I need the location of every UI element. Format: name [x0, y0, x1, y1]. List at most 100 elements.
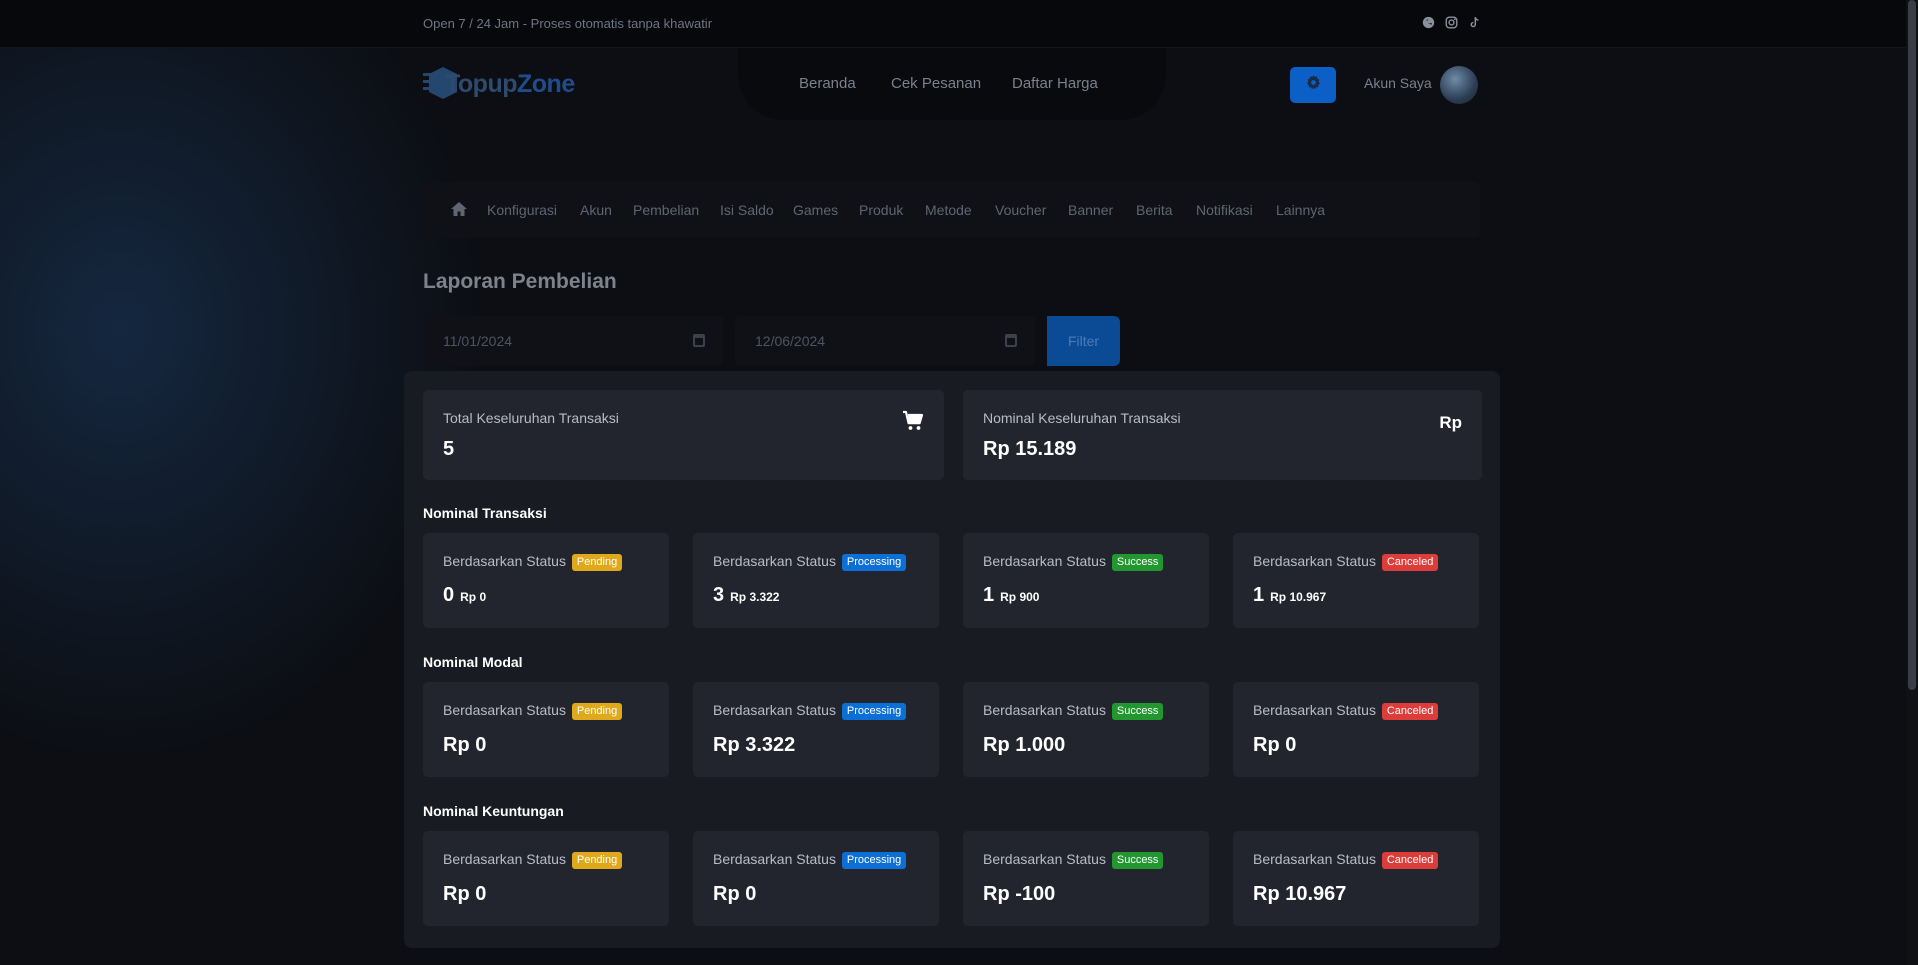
date-from-value: 11/01/2024: [443, 333, 513, 349]
menu-akun[interactable]: Akun: [580, 202, 612, 218]
menu-isi-saldo[interactable]: Isi Saldo: [720, 202, 774, 218]
transaction-count: 1: [1253, 584, 1265, 606]
count-value: 1 Rp 10.967: [1253, 584, 1326, 607]
status-label: Berdasarkan Status Processing: [713, 851, 907, 869]
status-label: Berdasarkan Status Canceled: [1253, 702, 1439, 720]
modal-pending-card: Berdasarkan Status Pending Rp 0: [423, 682, 669, 777]
calendar-icon[interactable]: [1005, 334, 1017, 347]
status-label: Berdasarkan Status Success: [983, 553, 1164, 571]
page-title: Laporan Pembelian: [423, 270, 617, 293]
transaksi-pending-card: Berdasarkan Status Pending 0 Rp 0: [423, 533, 669, 628]
menu-produk[interactable]: Produk: [859, 202, 903, 218]
total-transactions-card: Total Keseluruhan Transaksi 5: [423, 390, 944, 480]
status-badge: Canceled: [1381, 703, 1439, 720]
status-label: Berdasarkan Status Processing: [713, 553, 907, 571]
count-value: 3 Rp 3.322: [713, 584, 779, 607]
nav-beranda[interactable]: Beranda: [799, 75, 856, 92]
amount-value: Rp 0: [713, 883, 757, 905]
status-label: Berdasarkan Status Success: [983, 851, 1164, 869]
whatsapp-icon[interactable]: [1421, 16, 1435, 30]
modal-canceled-card: Berdasarkan Status Canceled Rp 0: [1233, 682, 1479, 777]
tiktok-icon[interactable]: [1467, 16, 1481, 30]
total-nominal-label: Nominal Keseluruhan Transaksi: [983, 410, 1181, 426]
logo-text-topup: Topup: [445, 70, 518, 98]
menu-banner[interactable]: Banner: [1068, 202, 1113, 218]
amount-value: Rp 0: [443, 734, 487, 756]
filter-button[interactable]: Filter: [1047, 316, 1120, 366]
status-prefix: Berdasarkan Status: [443, 702, 566, 718]
transaction-amount: Rp 3.322: [730, 590, 780, 604]
date-to-input[interactable]: 12/06/2024: [735, 316, 1035, 366]
admin-menu-bar: Konfigurasi Akun Pembelian Isi Saldo Gam…: [423, 182, 1480, 238]
status-label: Berdasarkan Status Processing: [713, 702, 907, 720]
calendar-icon[interactable]: [693, 334, 705, 347]
home-icon[interactable]: [450, 201, 468, 217]
status-label: Berdasarkan Status Success: [983, 702, 1164, 720]
status-prefix: Berdasarkan Status: [443, 851, 566, 867]
date-from-input[interactable]: 11/01/2024: [423, 316, 723, 366]
status-label: Berdasarkan Status Pending: [443, 851, 623, 869]
transaksi-success-card: Berdasarkan Status Success 1 Rp 900: [963, 533, 1209, 628]
keuntungan-success-card: Berdasarkan Status Success Rp -100: [963, 831, 1209, 926]
status-badge: Processing: [841, 703, 907, 720]
account-label[interactable]: Akun Saya: [1364, 75, 1432, 91]
status-label: Berdasarkan Status Pending: [443, 553, 623, 571]
status-prefix: Berdasarkan Status: [983, 851, 1106, 867]
modal-processing-card: Berdasarkan Status Processing Rp 3.322: [693, 682, 939, 777]
total-nominal-value: Rp 15.189: [983, 438, 1077, 460]
status-prefix: Berdasarkan Status: [1253, 553, 1376, 569]
status-badge: Processing: [841, 852, 907, 869]
avatar[interactable]: [1440, 66, 1478, 104]
transaction-count: 3: [713, 584, 725, 606]
rupiah-icon: Rp: [1439, 413, 1462, 432]
logo-text-zone: Zone: [517, 70, 575, 98]
count-value: 1 Rp 900: [983, 584, 1039, 607]
instagram-icon[interactable]: [1444, 16, 1458, 30]
status-badge: Success: [1111, 703, 1164, 720]
menu-games[interactable]: Games: [793, 202, 838, 218]
amount-value: Rp 0: [1253, 734, 1297, 756]
menu-notifikasi[interactable]: Notifikasi: [1196, 202, 1253, 218]
menu-pembelian[interactable]: Pembelian: [633, 202, 699, 218]
status-badge: Pending: [571, 852, 623, 869]
section-title-keuntungan: Nominal Keuntungan: [423, 803, 564, 819]
status-prefix: Berdasarkan Status: [713, 851, 836, 867]
section-title-modal: Nominal Modal: [423, 654, 523, 670]
menu-lainnya[interactable]: Lainnya: [1276, 202, 1325, 218]
total-transactions-label: Total Keseluruhan Transaksi: [443, 410, 619, 426]
status-badge: Pending: [571, 554, 623, 571]
keuntungan-processing-card: Berdasarkan Status Processing Rp 0: [693, 831, 939, 926]
transaksi-processing-card: Berdasarkan Status Processing 3 Rp 3.322: [693, 533, 939, 628]
status-prefix: Berdasarkan Status: [713, 553, 836, 569]
scrollbar-thumb[interactable]: [1908, 0, 1916, 690]
amount-value: Rp 3.322: [713, 734, 796, 756]
status-label: Berdasarkan Status Pending: [443, 702, 623, 720]
site-logo[interactable]: TopupZone: [423, 64, 583, 102]
transaction-count: 1: [983, 584, 995, 606]
transaksi-canceled-card: Berdasarkan Status Canceled 1 Rp 10.967: [1233, 533, 1479, 628]
nav-cek-pesanan[interactable]: Cek Pesanan: [891, 75, 981, 92]
date-to-value: 12/06/2024: [755, 333, 826, 349]
menu-konfigurasi[interactable]: Konfigurasi: [487, 202, 557, 218]
menu-voucher[interactable]: Voucher: [995, 202, 1046, 218]
section-title-transaksi: Nominal Transaksi: [423, 505, 547, 521]
tagline: Open 7 / 24 Jam - Proses otomatis tanpa …: [423, 16, 713, 31]
keuntungan-canceled-card: Berdasarkan Status Canceled Rp 10.967: [1233, 831, 1479, 926]
top-announcement-bar: Open 7 / 24 Jam - Proses otomatis tanpa …: [0, 0, 1918, 48]
total-transactions-value: 5: [443, 438, 455, 460]
nav-daftar-harga[interactable]: Daftar Harga: [1012, 75, 1098, 92]
count-value: 0 Rp 0: [443, 584, 486, 607]
menu-metode[interactable]: Metode: [925, 202, 972, 218]
status-prefix: Berdasarkan Status: [983, 553, 1106, 569]
keuntungan-pending-card: Berdasarkan Status Pending Rp 0: [423, 831, 669, 926]
menu-berita[interactable]: Berita: [1136, 202, 1173, 218]
status-badge: Processing: [841, 554, 907, 571]
transaction-amount: Rp 900: [1000, 590, 1040, 604]
status-prefix: Berdasarkan Status: [983, 702, 1106, 718]
shopping-cart-icon: [902, 410, 924, 432]
settings-button[interactable]: [1290, 67, 1336, 103]
status-badge: Success: [1111, 554, 1164, 571]
status-label: Berdasarkan Status Canceled: [1253, 553, 1439, 571]
total-nominal-card: Nominal Keseluruhan Transaksi Rp 15.189 …: [963, 390, 1482, 480]
status-prefix: Berdasarkan Status: [443, 553, 566, 569]
